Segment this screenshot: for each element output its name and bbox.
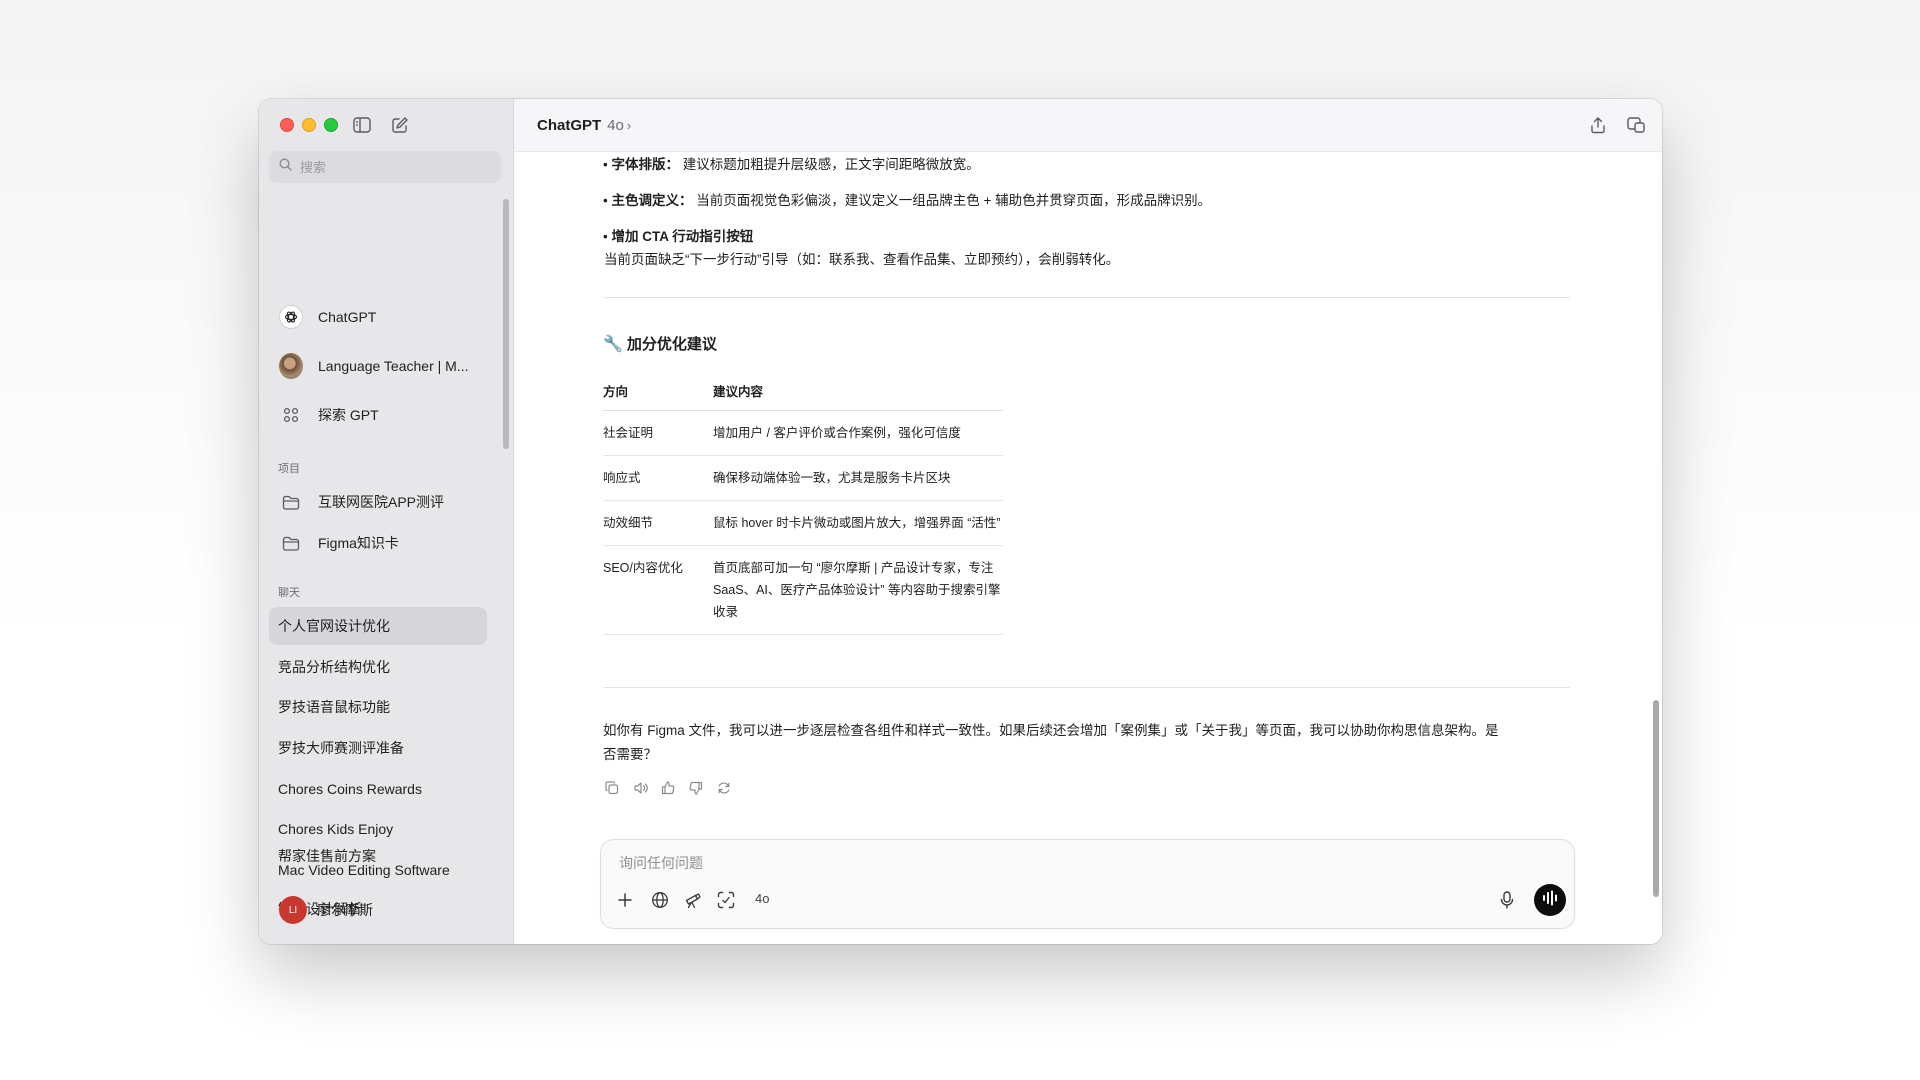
table-row: 动效细节 鼠标 hover 时卡片微动或图片放大，增强界面 “活性”	[603, 500, 1003, 546]
main-panel: ChatGPT 4o › • 字体排版： 建议标题加粗提升层级感，正文字间距略微…	[514, 99, 1662, 944]
sidebar-item-project-figma[interactable]: Figma知识卡	[269, 525, 487, 561]
table-row: 社会证明 增加用户 / 客户评价或合作案例，强化可信度	[603, 410, 1003, 456]
column-header: 方向	[603, 376, 713, 411]
table-cell: 首页底部可加一句 “廖尔摩斯 | 产品设计专家，专注 SaaS、AI、医疗产品体…	[713, 545, 1003, 635]
avatar: LI	[279, 896, 307, 924]
companion-window-icon[interactable]	[1625, 114, 1647, 136]
title-bar: ChatGPT 4o ›	[514, 99, 1662, 152]
chevron-right-icon: ›	[626, 117, 632, 133]
toggle-sidebar-icon[interactable]	[351, 114, 373, 136]
app-window: ChatGPT Language Teacher | M... 探索 GPT 项…	[259, 99, 1662, 944]
microphone-icon[interactable]	[1495, 888, 1519, 912]
zoom-window-button[interactable]	[324, 118, 338, 132]
search-field[interactable]	[269, 151, 501, 183]
bullet-heading: 字体排版：	[611, 157, 679, 172]
model-switcher[interactable]: ChatGPT 4o ›	[537, 117, 631, 134]
model-name: 4o	[607, 116, 624, 134]
window-controls	[280, 118, 338, 132]
app-title: ChatGPT	[537, 116, 602, 134]
chat-item[interactable]: 竞品分析结构优化	[269, 648, 487, 686]
search-input[interactable]	[298, 158, 482, 176]
copy-icon[interactable]	[603, 779, 621, 797]
chat-item[interactable]: 帮家佳售前方案	[269, 841, 487, 871]
user-profile-row[interactable]: LI 廖尔摩斯	[279, 896, 373, 924]
grid-icon	[279, 403, 303, 427]
screen-capture-icon[interactable]	[714, 888, 738, 912]
bullet-text: 建议标题加粗提升层级感，正文字间距略微放宽。	[682, 157, 980, 172]
table-cell: SEO/内容优化	[603, 545, 713, 635]
sidebar-item-label: Language Teacher | M...	[318, 358, 469, 374]
wrench-icon: 🔧	[603, 335, 623, 353]
chat-item[interactable]: 个人官网设计优化	[269, 607, 487, 645]
regenerate-icon[interactable]	[715, 779, 733, 797]
model-chip[interactable]: 4o	[755, 891, 769, 906]
telescope-icon[interactable]	[681, 888, 705, 912]
chat-item[interactable]: Chores Coins Rewards	[269, 770, 487, 808]
bullet-heading: 主色调定义：	[611, 193, 693, 208]
plus-icon[interactable]	[613, 888, 637, 912]
projects-heading: 项目	[278, 463, 300, 475]
table-cell: 鼠标 hover 时卡片微动或图片放大，增强界面 “活性”	[713, 500, 1003, 546]
conversation-scrollbar[interactable]	[1653, 700, 1659, 897]
chat-item[interactable]: 罗技语音鼠标功能	[269, 688, 487, 726]
sidebar: ChatGPT Language Teacher | M... 探索 GPT 项…	[259, 99, 514, 944]
sidebar-item-project-hospital[interactable]: 互联网医院APP测评	[269, 484, 487, 520]
section-title: 加分优化建议	[626, 336, 717, 353]
sidebar-scrollbar[interactable]	[503, 199, 509, 449]
new-chat-icon[interactable]	[389, 114, 411, 136]
table-row: SEO/内容优化 首页底部可加一句 “廖尔摩斯 | 产品设计专家，专注 SaaS…	[603, 545, 1003, 635]
column-header: 建议内容	[713, 376, 1003, 411]
waveform-icon	[1542, 890, 1558, 911]
sidebar-item-label: Figma知识卡	[318, 535, 399, 551]
suggestion-table: 方向 建议内容 社会证明 增加用户 / 客户评价或合作案例，强化可信度 响应式 …	[603, 376, 1003, 635]
message-bullet: • 增加 CTA 行动指引按钮	[603, 229, 754, 244]
cta-description: 当前页面缺乏“下一步行动”引导（如：联系我、查看作品集、立即预约），会削弱转化。	[604, 252, 1120, 267]
message-composer: 4o	[600, 839, 1575, 929]
chats-heading: 聊天	[278, 587, 300, 599]
bullet-heading: 增加 CTA 行动指引按钮	[611, 229, 754, 244]
table-row: 响应式 确保移动端体验一致，尤其是服务卡片区块	[603, 455, 1003, 501]
sidebar-item-label: ChatGPT	[318, 309, 377, 325]
prompt-input[interactable]	[617, 852, 1521, 874]
sidebar-item-explore-gpt[interactable]: 探索 GPT	[269, 397, 487, 433]
message-bullet: • 主色调定义： 当前页面视觉色彩偏淡，建议定义一组品牌主色 + 辅助色并贯穿页…	[603, 193, 1212, 208]
search-icon	[279, 158, 292, 176]
divider	[603, 297, 1570, 298]
share-icon[interactable]	[1587, 114, 1609, 136]
table-cell: 增加用户 / 客户评价或合作案例，强化可信度	[713, 410, 1003, 456]
message-actions	[603, 779, 733, 797]
message-bullet: • 字体排版： 建议标题加粗提升层级感，正文字间距略微放宽。	[603, 157, 980, 172]
section-heading: 🔧 加分优化建议	[603, 333, 717, 354]
folder-icon	[279, 490, 303, 514]
sidebar-item-language-teacher[interactable]: Language Teacher | M...	[269, 348, 487, 384]
table-header-row: 方向 建议内容	[603, 376, 1003, 411]
folder-icon	[279, 531, 303, 555]
read-aloud-icon[interactable]	[631, 779, 649, 797]
chat-item[interactable]: 罗技大师赛测评准备	[269, 729, 487, 767]
globe-icon[interactable]	[648, 888, 672, 912]
table-cell: 社会证明	[603, 410, 713, 456]
sidebar-item-label: 探索 GPT	[318, 407, 379, 423]
bullet-text: 当前页面视觉色彩偏淡，建议定义一组品牌主色 + 辅助色并贯穿页面，形成品牌识别。	[696, 193, 1212, 208]
openai-logo-icon	[279, 305, 303, 329]
conversation: • 字体排版： 建议标题加粗提升层级感，正文字间距略微放宽。 • 主色调定义： …	[514, 152, 1662, 944]
thumbs-up-icon[interactable]	[659, 779, 677, 797]
table-cell: 响应式	[603, 455, 713, 501]
table-cell: 确保移动端体验一致，尤其是服务卡片区块	[713, 455, 1003, 501]
voice-mode-button[interactable]	[1534, 884, 1566, 916]
thumbs-down-icon[interactable]	[687, 779, 705, 797]
table-cell: 动效细节	[603, 500, 713, 546]
divider	[603, 687, 1570, 688]
close-window-button[interactable]	[280, 118, 294, 132]
sidebar-item-label: 互联网医院APP测评	[318, 494, 445, 510]
closing-paragraph: 如你有 Figma 文件，我可以进一步逐层检查各组件和样式一致性。如果后续还会增…	[603, 723, 1499, 762]
minimize-window-button[interactable]	[302, 118, 316, 132]
sidebar-item-chatgpt[interactable]: ChatGPT	[269, 299, 487, 335]
gpt-avatar-icon	[279, 353, 303, 379]
user-name: 廖尔摩斯	[317, 902, 373, 918]
